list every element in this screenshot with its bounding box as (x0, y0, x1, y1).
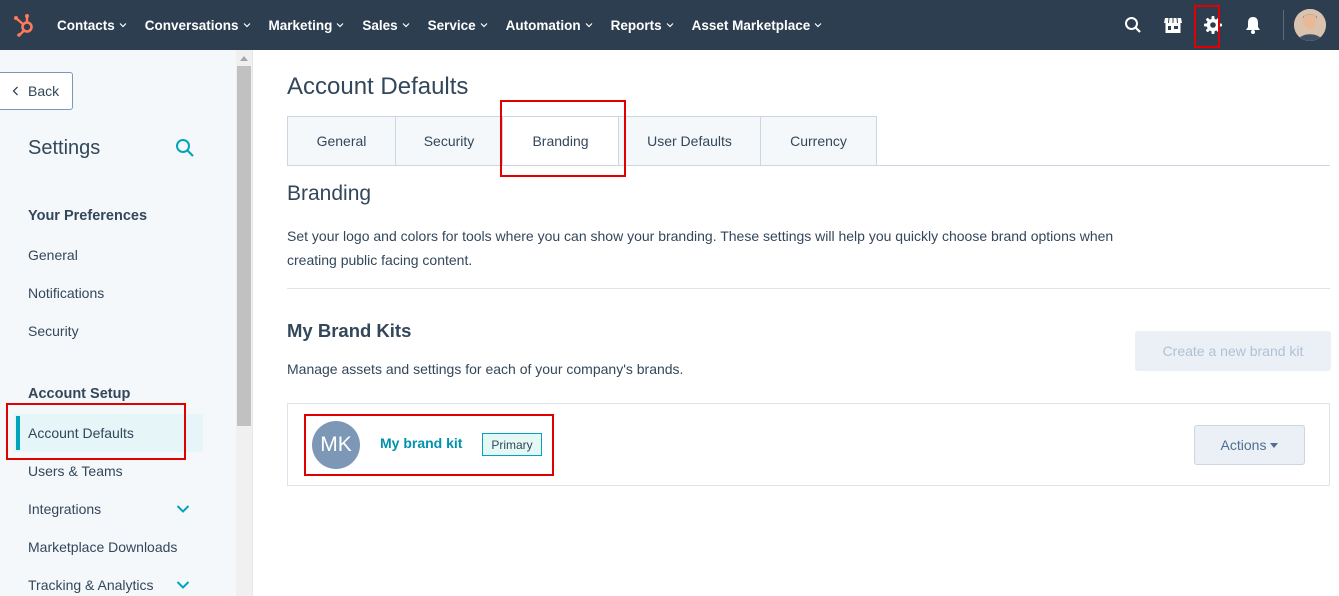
marketplace-icon[interactable] (1153, 0, 1193, 50)
nav-contacts[interactable]: Contacts (48, 0, 136, 50)
tab-currency[interactable]: Currency (761, 116, 877, 166)
section-title: Branding (287, 182, 372, 205)
user-avatar[interactable] (1294, 9, 1326, 41)
chevron-down-icon (119, 23, 127, 28)
actions-label: Actions (1220, 437, 1267, 453)
settings-title: Settings (28, 137, 101, 159)
primary-badge: Primary (482, 433, 542, 456)
sidebar-item-security[interactable]: Security (28, 323, 79, 339)
sidebar-item-account-defaults[interactable]: Account Defaults (28, 425, 134, 441)
tabs-divider (287, 165, 1330, 166)
section-account-setup: Account Setup (28, 386, 131, 402)
sidebar-item-marketplace-downloads[interactable]: Marketplace Downloads (28, 539, 177, 555)
nav-conversations-label: Conversations (144, 17, 239, 33)
caret-down-icon (1270, 442, 1279, 448)
sidebar-item-notifications[interactable]: Notifications (28, 285, 104, 301)
nav-divider (1283, 10, 1284, 40)
section-your-preferences: Your Preferences (28, 208, 148, 224)
chevron-down-icon (243, 23, 250, 28)
chevron-left-icon (12, 86, 18, 96)
sidebar-item-general[interactable]: General (28, 247, 78, 263)
nav-utilities (1113, 0, 1339, 50)
settings-tabs: General Security Branding User Defaults … (287, 116, 877, 166)
create-brand-kit-button[interactable]: Create a new brand kit (1135, 331, 1331, 371)
nav-reports[interactable]: Reports (602, 0, 683, 50)
actions-dropdown-button[interactable]: Actions (1194, 425, 1305, 465)
nav-sales-label: Sales (362, 17, 398, 33)
nav-reports-label: Reports (610, 17, 662, 33)
nav-automation[interactable]: Automation (497, 0, 602, 50)
scroll-up-arrow-icon[interactable] (240, 56, 248, 61)
chevron-down-icon[interactable] (176, 580, 190, 590)
top-navigation-bar: Contacts Conversations Marketing Sales S… (0, 0, 1339, 50)
chevron-down-icon (814, 23, 822, 28)
bell-icon[interactable] (1233, 0, 1273, 50)
sidebar-item-tracking-analytics[interactable]: Tracking & Analytics (28, 577, 154, 593)
nav-asset-marketplace[interactable]: Asset Marketplace (683, 0, 832, 50)
chevron-down-icon (666, 23, 674, 28)
nav-sales[interactable]: Sales (353, 0, 418, 50)
chevron-down-icon (336, 23, 344, 28)
nav-marketing[interactable]: Marketing (260, 0, 354, 50)
tab-user-defaults[interactable]: User Defaults (619, 116, 761, 166)
chevron-down-icon[interactable] (176, 504, 190, 514)
nav-marketing-label: Marketing (268, 17, 333, 33)
sidebar-scrollbar[interactable] (236, 50, 253, 596)
chevron-down-icon (402, 23, 410, 28)
active-item-indicator (16, 416, 20, 450)
search-icon[interactable] (175, 138, 195, 158)
chevron-down-icon (585, 23, 593, 28)
section-divider (287, 288, 1330, 289)
back-button[interactable]: Back (0, 72, 73, 110)
back-button-label: Back (28, 83, 60, 99)
nav-service[interactable]: Service (419, 0, 497, 50)
scrollbar-thumb[interactable] (237, 66, 251, 426)
brand-kits-description: Manage assets and settings for each of y… (287, 361, 684, 377)
tab-security[interactable]: Security (396, 116, 503, 166)
section-description: Set your logo and colors for tools where… (287, 228, 1114, 268)
brand-kit-name-link[interactable]: My brand kit (380, 435, 462, 451)
search-icon[interactable] (1113, 0, 1153, 50)
nav-automation-label: Automation (505, 17, 581, 33)
main-menu: Contacts Conversations Marketing Sales S… (48, 0, 831, 50)
tab-branding[interactable]: Branding (503, 116, 619, 166)
chevron-down-icon (480, 23, 488, 28)
sidebar-item-integrations[interactable]: Integrations (28, 501, 101, 517)
nav-service-label: Service (427, 17, 476, 33)
nav-conversations[interactable]: Conversations (136, 0, 260, 50)
sidebar-item-users-teams[interactable]: Users & Teams (28, 463, 123, 479)
gear-icon[interactable] (1193, 0, 1233, 50)
brand-kit-avatar: MK (312, 421, 360, 469)
nav-contacts-label: Contacts (57, 17, 115, 33)
tab-general[interactable]: General (287, 116, 396, 166)
brand-kits-title: My Brand Kits (287, 320, 412, 341)
page-title: Account Defaults (287, 73, 469, 100)
hubspot-logo-icon[interactable] (12, 13, 36, 37)
nav-asset-marketplace-label: Asset Marketplace (691, 17, 811, 33)
